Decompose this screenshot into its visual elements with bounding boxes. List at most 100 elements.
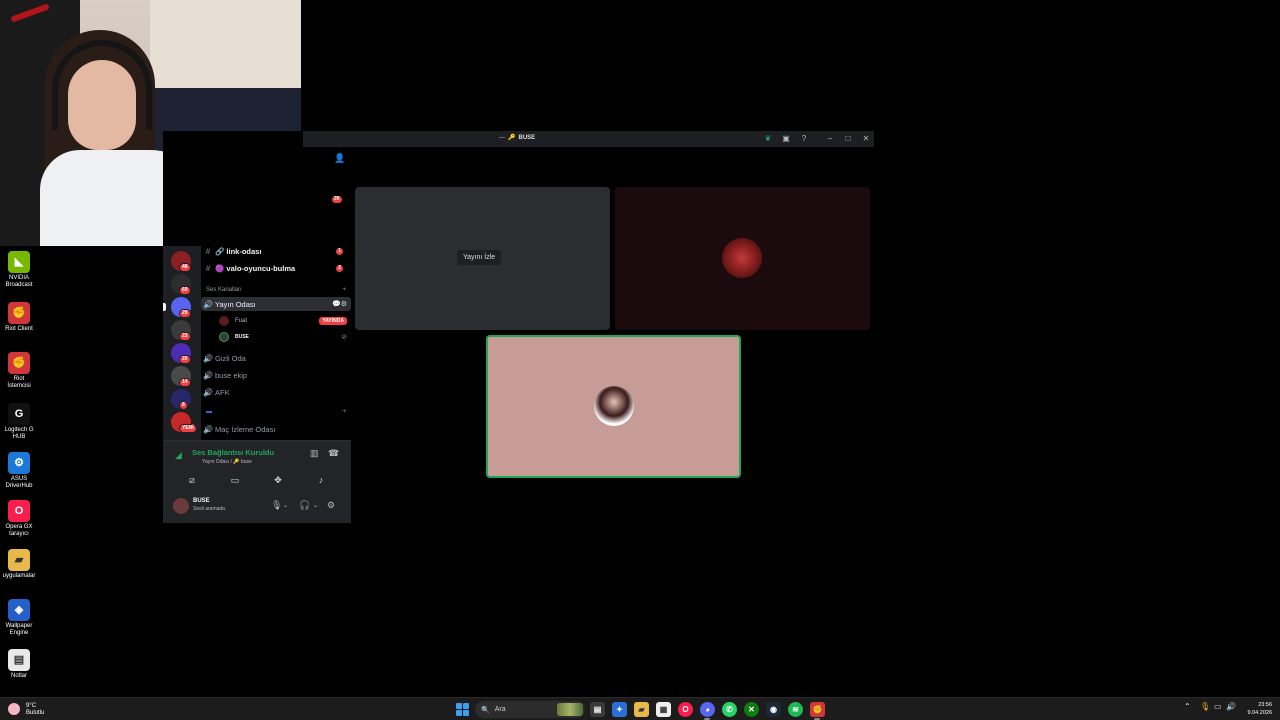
clock[interactable]: 23:56 9.04.2026 xyxy=(1244,701,1272,717)
desktop-icon[interactable]: G Logitech G HUB xyxy=(2,403,36,441)
voice-location: Yayın Odası / 🔑 buse xyxy=(202,459,252,465)
add-channel-icon[interactable]: + xyxy=(342,287,346,293)
user-name[interactable]: BUSE xyxy=(193,498,210,504)
category-icon: ▬ xyxy=(206,409,212,415)
user-panel: BUSE Sesli aramada 🎙 ⌄ 🎧 ⌄ ⚙ xyxy=(163,493,351,523)
microphone-tray-icon[interactable]: 🎙 xyxy=(1200,702,1210,711)
start-button[interactable] xyxy=(456,703,469,716)
voice-channel-yayin-odasi[interactable]: 🔊 Yayın Odası 💬⚙ xyxy=(201,297,351,311)
server-badge: 8 xyxy=(179,401,188,410)
voice-category[interactable]: Ses Kanalları + xyxy=(206,287,346,293)
watch-stream-button[interactable]: Yayını İzle xyxy=(457,250,502,265)
user-tile-buse[interactable] xyxy=(486,335,741,478)
opera-gx-icon[interactable]: O xyxy=(678,702,693,717)
tray-overflow-icon[interactable]: ⌃ xyxy=(1184,702,1191,711)
speaker-icon: 🔊 xyxy=(203,424,213,434)
desktop-icon[interactable]: ▤ Notlar xyxy=(2,649,36,680)
close-button[interactable]: ✕ xyxy=(860,133,872,145)
voice-user-fuat[interactable]: Fuat YAYINDA xyxy=(219,314,347,328)
app-icon: ◈ xyxy=(8,599,30,621)
voice-status[interactable]: Ses Bağlantısı Kuruldu xyxy=(192,448,274,457)
speaker-icon: 🔊 xyxy=(203,299,213,309)
add-friend-icon[interactable]: 👤 xyxy=(334,153,345,164)
webcam-headset xyxy=(52,40,152,130)
voice-channel-gizli-oda[interactable]: 🔊 Gizli Oda xyxy=(201,351,351,365)
channel-link-odasi[interactable]: # 🔗 link-odası 1 xyxy=(201,244,351,258)
channel-actions-icon[interactable]: 💬⚙ xyxy=(332,300,347,308)
chevron-down-icon[interactable]: ⌄ xyxy=(283,502,288,509)
leaf-icon[interactable]: ❦ xyxy=(762,133,774,145)
stream-tile[interactable]: Yayını İzle xyxy=(355,187,610,330)
avatar xyxy=(219,316,229,326)
window-title: — 🔑 BUSE xyxy=(499,134,536,142)
disconnect-icon[interactable]: ☎ xyxy=(328,448,339,459)
screen-share-button[interactable]: ▭ xyxy=(216,472,254,488)
task-view-icon[interactable]: ▤ xyxy=(590,702,605,717)
microphone-icon[interactable]: 🎙 xyxy=(271,500,282,511)
voice-stage: Yayını İzle xyxy=(351,147,874,523)
whatsapp-icon[interactable]: ✆ xyxy=(722,702,737,717)
search-box[interactable]: 🔍 Ara xyxy=(475,701,585,718)
help-icon[interactable]: ? xyxy=(798,133,810,145)
desktop-icon[interactable]: ▰ uygulamalar xyxy=(2,549,36,580)
network-icon[interactable]: ▭ xyxy=(1214,702,1222,711)
riot-client-icon[interactable]: ✊ xyxy=(810,702,825,717)
server-badge: 48 xyxy=(179,263,191,272)
inbox-icon[interactable]: ▣ xyxy=(780,133,792,145)
noise-suppression-icon[interactable]: ▥ xyxy=(310,448,319,459)
maximize-button[interactable]: □ xyxy=(842,133,854,145)
desktop-icon[interactable]: ◈ Wallpaper Engine xyxy=(2,599,36,637)
desktop-icon-label: ASUS DriverHub xyxy=(5,476,33,489)
app-icon: ▤ xyxy=(8,649,30,671)
desktop-icon[interactable]: ⚙ ASUS DriverHub xyxy=(2,452,36,490)
desktop-icon[interactable]: ✊ Riot İstemcisi xyxy=(2,352,36,390)
store-icon[interactable]: ▦ xyxy=(656,702,671,717)
activities-button[interactable]: ✥ xyxy=(259,472,297,488)
user-tile-fuat[interactable] xyxy=(615,187,870,330)
server-badge: 14 xyxy=(179,378,191,387)
add-channel-icon[interactable]: + xyxy=(342,409,346,415)
xbox-icon[interactable]: ✕ xyxy=(744,702,759,717)
signal-icon[interactable]: ◢ xyxy=(175,450,182,461)
volume-icon[interactable]: 🔊 xyxy=(1226,702,1236,711)
channel-valo-oyuncu-bulma[interactable]: # 🟣 valo-oyuncu-bulma 2 xyxy=(201,261,351,275)
user-avatar[interactable] xyxy=(173,498,189,514)
app-icon: ⚙ xyxy=(8,452,30,474)
desktop-icon-label: NVIDIA Broadcast xyxy=(5,275,33,288)
desktop-icon-label: Notlar xyxy=(10,673,27,679)
desktop-icon-label: Logitech G HUB xyxy=(4,427,34,440)
app-icon: ✊ xyxy=(8,302,30,324)
app-icon: ✊ xyxy=(8,352,30,374)
chevron-down-icon[interactable]: ⌄ xyxy=(313,502,318,509)
desktop-icon[interactable]: ✊ Riot Client xyxy=(2,302,36,333)
channel-badge: 1 xyxy=(336,247,343,255)
server-badge: YENİ xyxy=(179,424,197,433)
steam-icon[interactable]: ◉ xyxy=(766,702,781,717)
collapsed-category[interactable]: ▬ + xyxy=(206,409,346,415)
headphones-icon[interactable]: 🎧 xyxy=(299,500,310,511)
app-icon: ▰ xyxy=(8,549,30,571)
taskbar: 9°C Bulutlu 🔍 Ara ▤ ✦ ▰ ▦ O ◕ ✆ ✕ ◉ ≋ ✊ … xyxy=(0,697,1280,720)
desktop-icon[interactable]: O Opera GX tarayıcı xyxy=(2,500,36,538)
live-badge: YAYINDA xyxy=(319,317,347,325)
server-badge: 20 xyxy=(179,355,191,364)
minimize-button[interactable]: – xyxy=(824,133,836,145)
unread-badge: 26 xyxy=(332,196,342,203)
voice-user-buse[interactable]: BUSE ⊘ xyxy=(219,330,347,344)
weather-icon xyxy=(8,703,20,715)
avatar xyxy=(594,386,634,426)
file-explorer-icon[interactable]: ▰ xyxy=(634,702,649,717)
voice-channel-buse-ekip[interactable]: 🔊 buse ekip xyxy=(201,368,351,382)
voice-channel-afk[interactable]: 🔊 AFK xyxy=(201,385,351,399)
speaker-icon: 🔊 xyxy=(203,353,213,363)
voice-channel-mac-izleme-odasi[interactable]: 🔊 Maç İzleme Odası xyxy=(201,422,351,436)
spotify-icon[interactable]: ≋ xyxy=(788,702,803,717)
voice-connection-panel: ◢ Ses Bağlantısı Kuruldu Yayın Odası / 🔑… xyxy=(163,440,351,493)
soundboard-button[interactable]: ♪ xyxy=(302,472,340,488)
copilot-icon[interactable]: ✦ xyxy=(612,702,627,717)
desktop-icon[interactable]: ◣ NVIDIA Broadcast xyxy=(2,251,36,289)
camera-off-button[interactable]: ⧄ xyxy=(173,472,211,488)
settings-icon[interactable]: ⚙ xyxy=(327,500,335,511)
discord-icon[interactable]: ◕ xyxy=(700,702,715,717)
avatar xyxy=(722,238,762,278)
